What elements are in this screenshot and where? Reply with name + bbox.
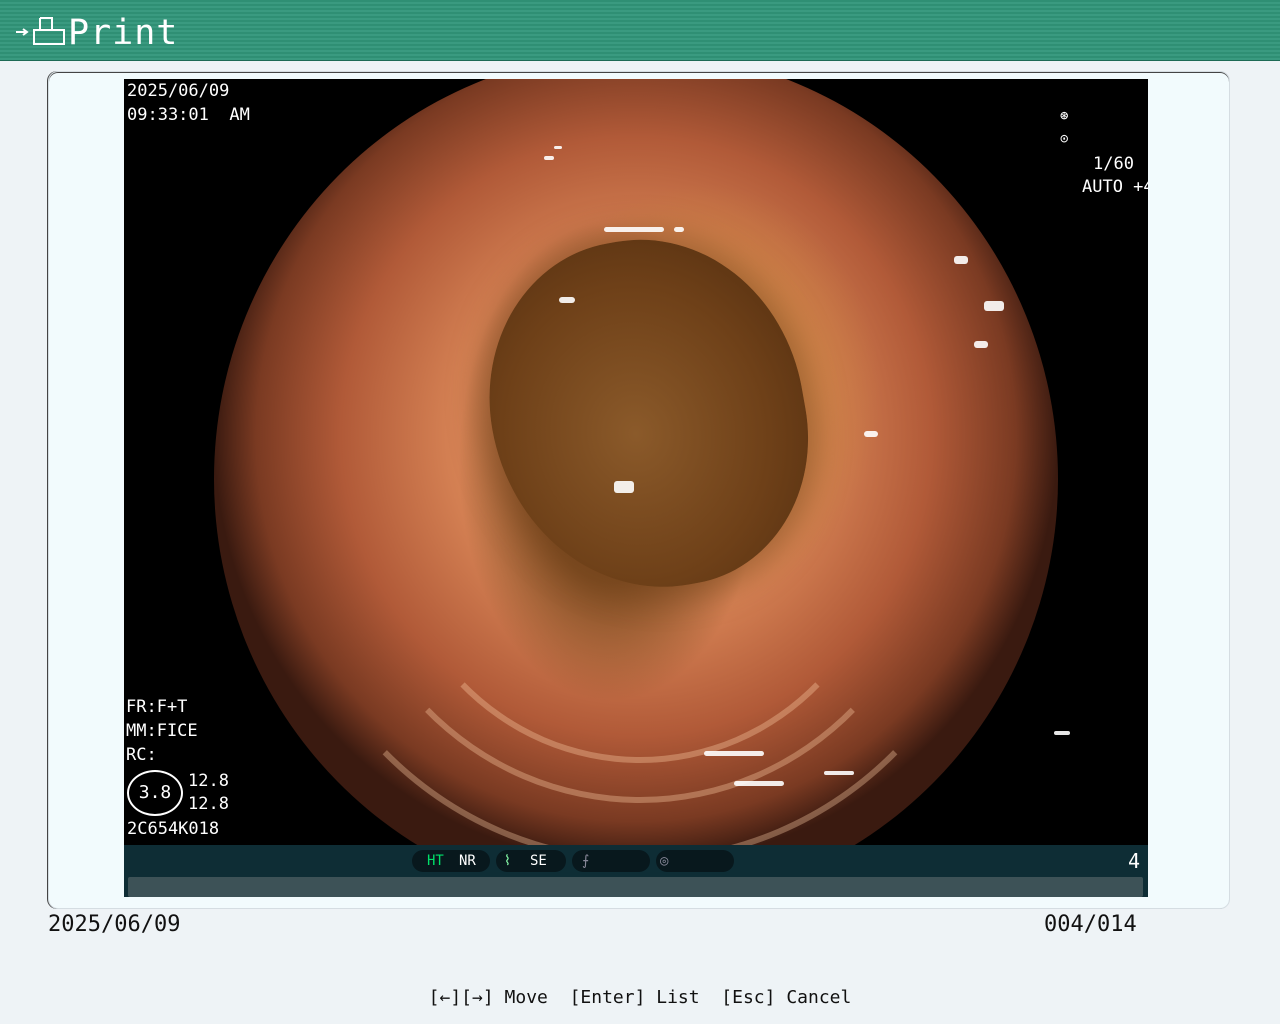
key-help: [←][→] Move [Enter] List [Esc] Cancel	[0, 987, 1280, 1008]
endoscope-image[interactable]: 2025/06/09 09:33:01 AM ⊛ 1/60 ⊙ AUTO +4 …	[124, 79, 1148, 897]
zoom-badge: 3.8	[127, 770, 183, 816]
title-bar: Print	[0, 0, 1280, 61]
mode-pill: ◎	[656, 850, 734, 872]
status-progress-bar	[128, 877, 1143, 897]
function-icon: ⨍	[582, 853, 590, 869]
endoscopic-view	[214, 79, 1070, 897]
nr-label: NR	[459, 853, 476, 869]
value-2: 12.8	[188, 794, 229, 814]
page-title: Print	[68, 13, 179, 53]
iris-readout: ⊙ AUTO +4	[1060, 127, 1148, 223]
ht-label: HT	[427, 853, 444, 869]
list-hint: [Enter] List	[569, 987, 700, 1008]
iris-icon: ⊙	[1060, 131, 1069, 147]
image-number: 4	[1127, 849, 1140, 873]
rc-setting: RC:	[126, 745, 157, 765]
se-label: SE	[530, 853, 547, 869]
cancel-hint: [Esc] Cancel	[721, 987, 852, 1008]
mm-setting: MM:FICE	[126, 721, 198, 741]
image-counter: 004/014	[1044, 912, 1137, 937]
print-icon	[16, 17, 65, 45]
mode-icon: ◎	[660, 853, 669, 869]
status-strip: HT NR ⌇ SE ⨍ ◎ 4	[124, 845, 1148, 897]
footer-date: 2025/06/09	[48, 912, 181, 937]
value-1: 12.8	[188, 771, 229, 791]
move-hint: [←][→] Move	[428, 987, 548, 1008]
capture-date: 2025/06/09	[127, 81, 230, 101]
se-icon: ⌇	[504, 853, 511, 869]
function-pill: ⨍	[572, 850, 650, 872]
shutter-icon: ⊛	[1060, 108, 1069, 124]
ht-nr-pill: HT NR	[412, 850, 490, 872]
fr-setting: FR:F+T	[126, 697, 188, 717]
capture-time: 09:33:01 AM	[127, 105, 250, 125]
scope-id: 2C654K018	[127, 819, 220, 839]
se-pill: ⌇ SE	[496, 850, 566, 872]
